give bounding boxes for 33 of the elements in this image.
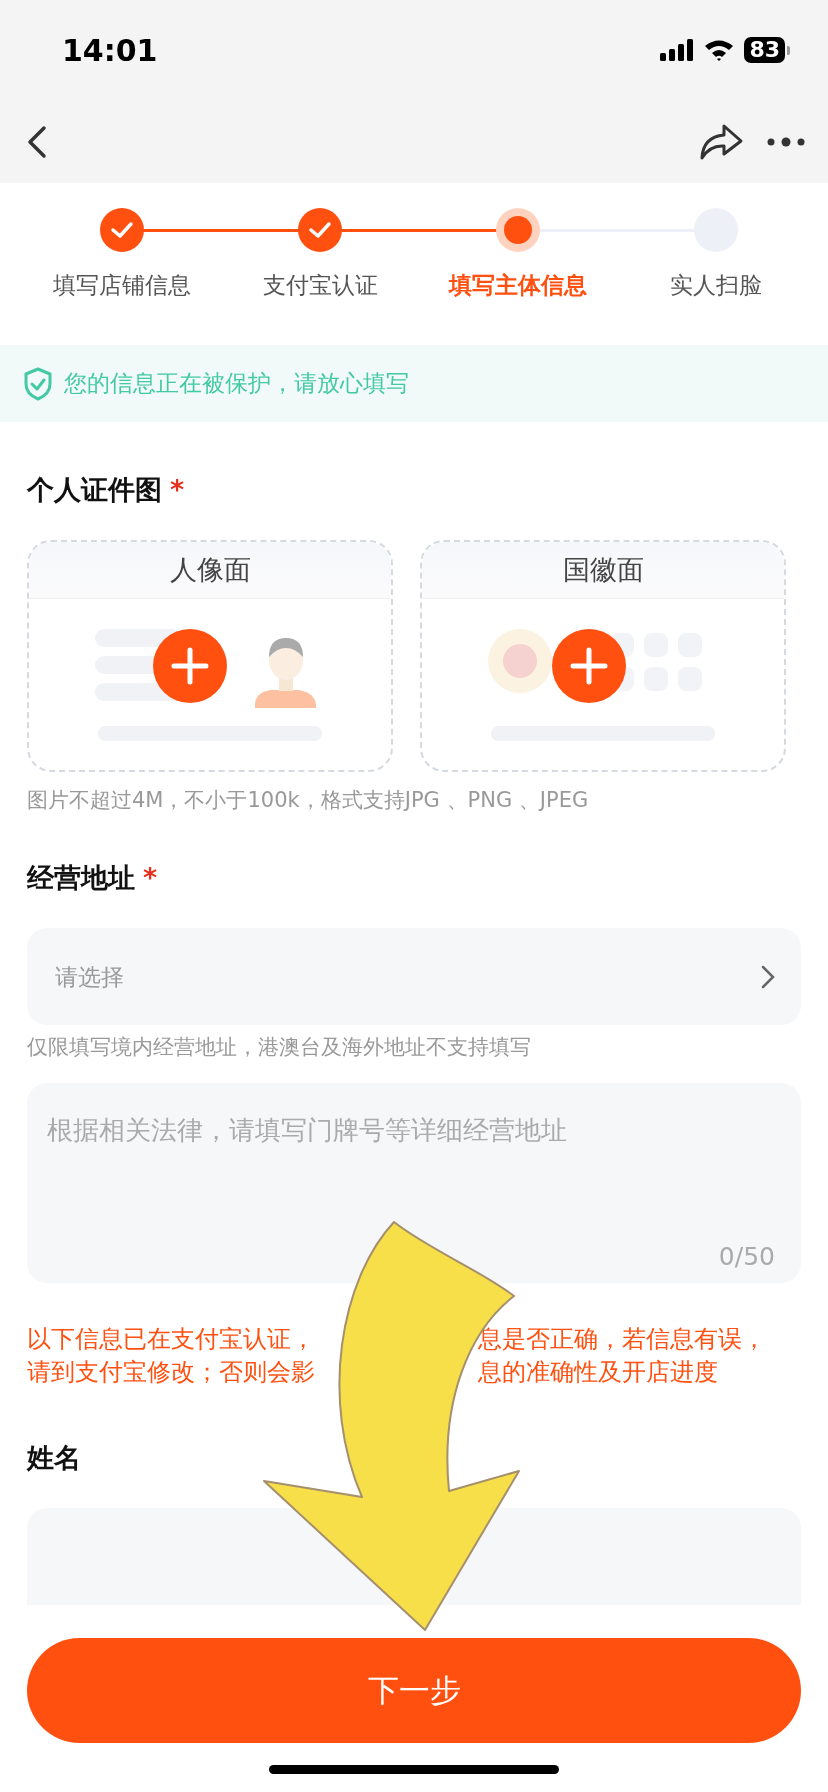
share-icon[interactable]	[698, 122, 744, 161]
back-icon[interactable]	[26, 124, 48, 159]
warning-text: 息的准确性及开店进度	[478, 1357, 719, 1388]
warning-text: 以下信息已在支付宝认证，	[27, 1324, 316, 1355]
card-label: 人像面	[169, 553, 251, 587]
required-mark: *	[170, 473, 185, 507]
field-label: 姓名	[27, 1441, 81, 1475]
status-time: 14:01	[62, 32, 158, 68]
upload-card[interactable]: 人像面	[27, 540, 393, 772]
required-mark: *	[143, 861, 158, 895]
shield-check-icon	[24, 366, 52, 401]
step-label: 支付宝认证	[262, 271, 378, 300]
warning-text: 请到支付宝修改；否则会影	[27, 1357, 316, 1388]
chevron-right-icon	[761, 965, 775, 989]
add-icon[interactable]	[552, 629, 626, 703]
section-title: 经营地址	[27, 861, 135, 895]
step-label: 填写主体信息	[449, 271, 587, 300]
card-label: 国徽面	[562, 553, 644, 587]
more-icon[interactable]	[766, 136, 806, 147]
upload-hint: 图片不超过4M，不小于100k，格式支持JPG 、PNG 、JPEG	[27, 787, 590, 814]
upload-card[interactable]: 国徽面	[420, 540, 786, 772]
section-title: 个人证件图	[27, 473, 162, 507]
battery-indicator: 83	[744, 37, 790, 63]
step-label: 填写店铺信息	[53, 271, 191, 300]
wifi-icon	[704, 39, 735, 61]
region-select[interactable]: 请选择	[27, 928, 801, 1025]
warning-text: 息是否正确，若信息有误，	[478, 1324, 767, 1355]
signal-icon	[660, 39, 695, 61]
add-icon[interactable]	[153, 629, 227, 703]
char-counter: 0/50	[718, 1242, 775, 1271]
step-label: 实人扫脸	[670, 271, 762, 300]
address-hint: 仅限填写境内经营地址，港澳台及海外地址不支持填写	[27, 1034, 532, 1061]
protection-notice: 您的信息正在被保护，请放心填写	[64, 369, 409, 398]
